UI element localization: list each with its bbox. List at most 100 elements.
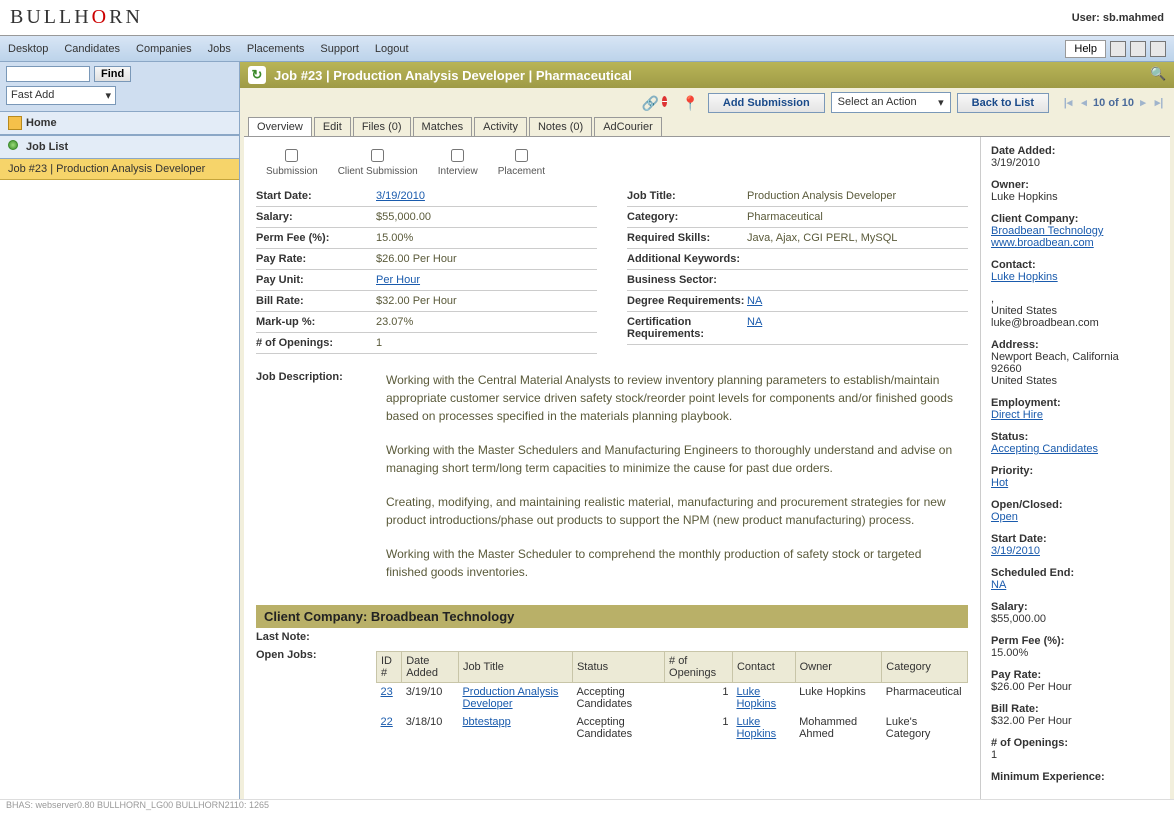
tab-files-[interactable]: Files (0)	[353, 117, 411, 136]
link-icon[interactable]: 🔗	[642, 95, 658, 111]
tab-adcourier[interactable]: AdCourier	[594, 117, 662, 136]
tab-activity[interactable]: Activity	[474, 117, 527, 136]
table-link[interactable]: bbtestapp	[462, 716, 510, 728]
user-label: User: sb.mahmed	[1072, 12, 1164, 24]
field-label: Certification Requirements:	[627, 316, 747, 340]
step-checkbox-placement[interactable]	[515, 149, 528, 162]
col-header[interactable]: Owner	[795, 652, 882, 683]
field-value: Pharmaceutical	[747, 211, 823, 223]
tab-matches[interactable]: Matches	[413, 117, 473, 136]
field-label: Required Skills:	[627, 232, 747, 244]
find-input[interactable]	[6, 66, 90, 82]
step-checkbox-client-submission[interactable]	[371, 149, 384, 162]
menu-candidates[interactable]: Candidates	[64, 43, 120, 55]
table-link[interactable]: Production Analysis Developer	[462, 686, 558, 710]
job-description-label: Job Description:	[256, 371, 386, 597]
info-label: Perm Fee (%):	[991, 635, 1160, 647]
info-label: Client Company:	[991, 213, 1160, 225]
field-value[interactable]: NA	[747, 295, 762, 307]
col-header[interactable]: Category	[882, 652, 968, 683]
field-value: $55,000.00	[376, 211, 431, 223]
field-value: 15.00%	[376, 232, 413, 244]
table-row: 223/18/10bbtestappAccepting Candidates1L…	[377, 713, 968, 743]
info-label: # of Openings:	[991, 737, 1160, 749]
info-link[interactable]: Luke Hopkins	[991, 271, 1058, 283]
info-label: Date Added:	[991, 145, 1160, 157]
tab-overview[interactable]: Overview	[248, 117, 312, 136]
print-icon[interactable]	[1110, 41, 1126, 57]
pager-next[interactable]: ▸	[1136, 96, 1150, 110]
field-label: Business Sector:	[627, 274, 747, 286]
step-label: Submission	[266, 166, 318, 177]
field-value[interactable]: Per Hour	[376, 274, 420, 286]
field-label: Category:	[627, 211, 747, 223]
add-submission-button[interactable]: Add Submission	[708, 93, 825, 113]
field-label: Bill Rate:	[256, 295, 376, 307]
field-label: Start Date:	[256, 190, 376, 202]
menu-desktop[interactable]: Desktop	[8, 43, 48, 55]
sidebar-joblist[interactable]: Job List	[0, 135, 239, 159]
joblist-icon	[8, 140, 22, 154]
info-label: Bill Rate:	[991, 703, 1160, 715]
info-link[interactable]: Direct Hire	[991, 409, 1043, 421]
info-link[interactable]: www.broadbean.com	[991, 237, 1094, 249]
info-link[interactable]: NA	[991, 579, 1006, 591]
info-link[interactable]: 3/19/2010	[991, 545, 1040, 557]
field-value: $32.00 Per Hour	[376, 295, 457, 307]
info-link[interactable]: Accepting Candidates	[991, 443, 1098, 455]
info-link[interactable]: Broadbean Technology	[991, 225, 1103, 237]
table-link[interactable]: 23	[381, 686, 393, 698]
step-label: Interview	[438, 166, 478, 177]
find-button[interactable]: Find	[94, 66, 131, 82]
field-value[interactable]: 3/19/2010	[376, 190, 425, 202]
open-jobs-label: Open Jobs:	[256, 649, 376, 743]
table-link[interactable]: Luke Hopkins	[736, 686, 776, 710]
pager-first[interactable]: |◂	[1061, 96, 1075, 110]
job-description: Working with the Central Material Analys…	[386, 371, 968, 597]
field-label: Additional Keywords:	[627, 253, 747, 265]
table-link[interactable]: 22	[381, 716, 393, 728]
help-button[interactable]: Help	[1065, 40, 1106, 58]
col-header[interactable]: Job Title	[458, 652, 572, 683]
tab-notes-[interactable]: Notes (0)	[529, 117, 592, 136]
step-checkbox-submission[interactable]	[285, 149, 298, 162]
field-label: Pay Unit:	[256, 274, 376, 286]
search-icon[interactable]: 🔍	[1150, 66, 1166, 82]
col-header[interactable]: # of Openings	[665, 652, 733, 683]
field-label: Pay Rate:	[256, 253, 376, 265]
field-value: Production Analysis Developer	[747, 190, 896, 202]
close-icon[interactable]	[1150, 41, 1166, 57]
field-label: Perm Fee (%):	[256, 232, 376, 244]
info-link[interactable]: Hot	[991, 477, 1008, 489]
main-menu: Desktop Candidates Companies Jobs Placements…	[8, 43, 425, 55]
info-link[interactable]: Open	[991, 511, 1018, 523]
info-label: Owner:	[991, 179, 1160, 191]
menu-companies[interactable]: Companies	[136, 43, 192, 55]
fast-add-dropdown[interactable]: Fast Add▾	[6, 86, 116, 105]
logo: BULLHORN	[10, 6, 143, 29]
field-value: Java, Ajax, CGI PERL, MySQL	[747, 232, 897, 244]
col-header[interactable]: Status	[572, 652, 664, 683]
field-value[interactable]: NA	[747, 316, 762, 340]
tab-edit[interactable]: Edit	[314, 117, 351, 136]
field-value: 1	[376, 337, 382, 349]
col-header[interactable]: Date Added	[402, 652, 459, 683]
pager-last[interactable]: ▸|	[1152, 96, 1166, 110]
menu-jobs[interactable]: Jobs	[208, 43, 231, 55]
remove-icon[interactable]: –	[662, 95, 678, 111]
menu-support[interactable]: Support	[320, 43, 359, 55]
field-label: Mark-up %:	[256, 316, 376, 328]
col-header[interactable]: ID #	[377, 652, 402, 683]
pin-icon[interactable]: 📍	[682, 95, 698, 111]
export-icon[interactable]	[1130, 41, 1146, 57]
back-to-list-button[interactable]: Back to List	[957, 93, 1049, 113]
col-header[interactable]: Contact	[732, 652, 795, 683]
step-checkbox-interview[interactable]	[451, 149, 464, 162]
sidebar-home[interactable]: Home	[0, 111, 239, 135]
select-action-dropdown[interactable]: Select an Action▾	[831, 92, 951, 113]
sidebar-open-job[interactable]: Job #23 | Production Analysis Developer	[0, 159, 239, 180]
menu-logout[interactable]: Logout	[375, 43, 409, 55]
pager-prev[interactable]: ◂	[1077, 96, 1091, 110]
menu-placements[interactable]: Placements	[247, 43, 304, 55]
table-link[interactable]: Luke Hopkins	[736, 716, 776, 740]
